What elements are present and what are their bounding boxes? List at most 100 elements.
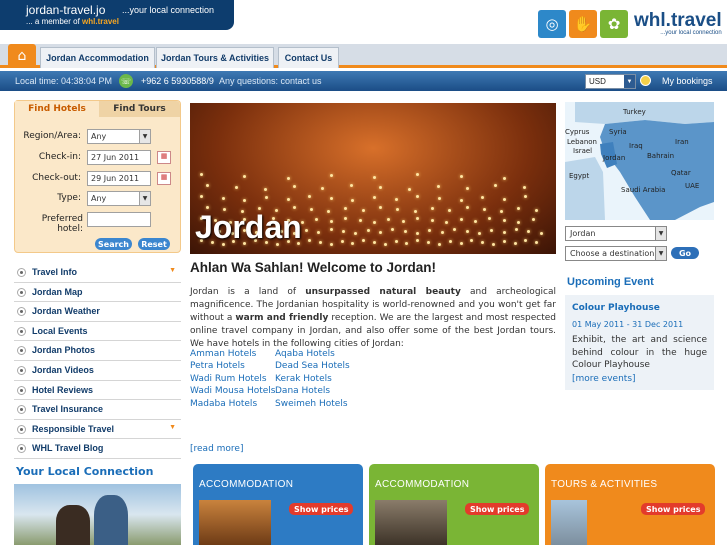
- tab-contact-us[interactable]: Contact Us: [278, 47, 339, 68]
- city-link[interactable]: Wadi Rum Hotels: [190, 373, 275, 385]
- calendar-icon[interactable]: ▦: [157, 151, 171, 164]
- logo-name: whl.travel: [634, 10, 722, 31]
- candle-light: [465, 206, 469, 209]
- city-link[interactable]: Dead Sea Hotels: [275, 360, 350, 372]
- main-nav: ⌂ Jordan Accommodation Jordan Tours & Ac…: [0, 44, 727, 68]
- candle-light: [416, 217, 420, 220]
- search-button[interactable]: Search: [95, 238, 132, 250]
- my-bookings-link[interactable]: My bookings: [662, 76, 713, 86]
- candle-light: [394, 198, 398, 201]
- candle-light: [465, 187, 469, 190]
- chevron-down-icon: ▼: [139, 130, 150, 143]
- card-accommodation-1[interactable]: ACCOMMODATION Show prices: [193, 464, 363, 545]
- candle-light: [391, 228, 395, 231]
- country-select[interactable]: Jordan ▼: [565, 226, 667, 241]
- city-link[interactable]: Petra Hotels: [190, 360, 275, 372]
- card-image[interactable]: [551, 500, 587, 545]
- checkout-field[interactable]: 29 Jun 2011: [87, 171, 151, 186]
- card-image[interactable]: [199, 500, 271, 545]
- event-box: Colour Playhouse 01 May 2011 - 31 Dec 20…: [565, 295, 714, 390]
- menu-responsible-travel[interactable]: Responsible Travel ▼: [14, 420, 181, 440]
- preferred-hotel-input[interactable]: [87, 212, 151, 227]
- region-select[interactable]: Any ▼: [87, 129, 151, 144]
- show-prices-button[interactable]: Show prices: [465, 503, 530, 515]
- city-link[interactable]: Kerak Hotels: [275, 373, 350, 385]
- candle-light: [517, 221, 521, 224]
- menu-hotel-reviews[interactable]: Hotel Reviews: [14, 381, 181, 401]
- candle-light: [200, 173, 203, 176]
- card-accommodation-2[interactable]: ACCOMMODATION Show prices: [369, 464, 539, 545]
- city-link[interactable]: Amman Hotels: [190, 348, 275, 360]
- bullet-icon: [17, 346, 26, 356]
- candle-light: [243, 175, 247, 178]
- candle-light: [430, 219, 434, 222]
- candle-light: [403, 230, 407, 233]
- menu-jordan-videos[interactable]: Jordan Videos: [14, 361, 181, 381]
- chevron-down-icon: ▼: [655, 247, 666, 260]
- show-prices-button[interactable]: Show prices: [289, 503, 354, 515]
- read-more-link[interactable]: [read more]: [190, 444, 243, 454]
- city-link[interactable]: Wadi Mousa Hotels: [190, 385, 275, 397]
- event-description: Exhibit, the art and science behind colo…: [572, 335, 707, 370]
- tab-find-hotels[interactable]: Find Hotels: [15, 101, 99, 117]
- tab-jordan-tours[interactable]: Jordan Tours & Activities: [156, 47, 274, 68]
- city-link[interactable]: Madaba Hotels: [190, 398, 275, 410]
- chevron-down-icon[interactable]: ▼: [169, 267, 176, 274]
- go-button[interactable]: Go: [671, 247, 699, 259]
- calendar-icon[interactable]: ▦: [157, 172, 171, 185]
- menu-jordan-photos[interactable]: Jordan Photos: [14, 341, 181, 361]
- tab-jordan-accommodation[interactable]: Jordan Accommodation: [40, 47, 155, 68]
- map-label: Cyprus: [565, 128, 590, 136]
- menu-local-events[interactable]: Local Events: [14, 322, 181, 342]
- upcoming-event-title: Upcoming Event: [567, 276, 654, 288]
- reset-button[interactable]: Reset: [138, 238, 170, 250]
- contact-link[interactable]: Any questions: contact us: [219, 76, 322, 86]
- menu-travel-insurance[interactable]: Travel Insurance: [14, 400, 181, 420]
- menu-travel-info[interactable]: Travel Info ▼: [14, 263, 181, 283]
- whl-logo[interactable]: ◎ ✋ ✿ whl.travel ...your local connectio…: [538, 10, 722, 38]
- site-name[interactable]: jordan-travel.jo: [26, 3, 105, 17]
- currency-select[interactable]: USD ▼: [585, 74, 636, 89]
- candle-light: [445, 221, 449, 224]
- city-links-col1: Amman Hotels Petra Hotels Wadi Rum Hotel…: [190, 348, 275, 410]
- checkin-field[interactable]: 27 Jun 2011: [87, 150, 151, 165]
- region-map[interactable]: Turkey Cyprus Syria Lebanon Israel Iraq …: [565, 102, 714, 220]
- city-link[interactable]: Dana Hotels: [275, 385, 350, 397]
- bullet-icon: [17, 365, 26, 375]
- map-label: Jordan: [603, 154, 626, 162]
- candle-light: [437, 197, 441, 200]
- candle-light: [448, 240, 452, 243]
- chevron-down-icon[interactable]: ▼: [169, 424, 176, 431]
- person-silhouette: [94, 495, 128, 545]
- candle-light: [459, 218, 463, 221]
- menu-whl-travel-blog[interactable]: WHL Travel Blog: [14, 439, 181, 459]
- candle-light: [416, 173, 420, 176]
- site-name-box[interactable]: jordan-travel.jo ...your local connectio…: [0, 0, 234, 30]
- candle-light: [416, 195, 420, 198]
- show-prices-button[interactable]: Show prices: [641, 503, 706, 515]
- menu-jordan-weather[interactable]: Jordan Weather: [14, 302, 181, 322]
- checkout-label: Check-out:: [32, 173, 81, 183]
- more-events-link[interactable]: [more events]: [572, 374, 707, 384]
- destination-select[interactable]: Choose a destination ▼: [565, 246, 667, 261]
- checkin-label: Check-in:: [38, 152, 81, 162]
- card-image[interactable]: [375, 500, 447, 545]
- city-link[interactable]: Sweimeh Hotels: [275, 398, 350, 410]
- type-select[interactable]: Any ▼: [87, 191, 151, 206]
- candle-light: [524, 195, 528, 198]
- candle-light: [396, 208, 400, 211]
- card-title: ACCOMMODATION: [375, 479, 470, 490]
- city-link[interactable]: Aqaba Hotels: [275, 348, 350, 360]
- hero-image[interactable]: Jordan: [190, 103, 556, 254]
- local-connection-photo[interactable]: [14, 484, 181, 545]
- swirl-icon: ◎: [538, 10, 566, 38]
- candle-light: [416, 232, 420, 235]
- candle-light: [470, 239, 474, 242]
- card-tours-activities[interactable]: TOURS & ACTIVITIES Show prices: [545, 464, 715, 545]
- home-icon[interactable]: ⌂: [8, 44, 36, 68]
- tab-find-tours[interactable]: Find Tours: [99, 101, 180, 117]
- map-label: Turkey: [623, 108, 646, 116]
- event-name-link[interactable]: Colour Playhouse: [572, 303, 707, 313]
- map-label: Qatar: [671, 169, 691, 177]
- menu-jordan-map[interactable]: Jordan Map: [14, 283, 181, 303]
